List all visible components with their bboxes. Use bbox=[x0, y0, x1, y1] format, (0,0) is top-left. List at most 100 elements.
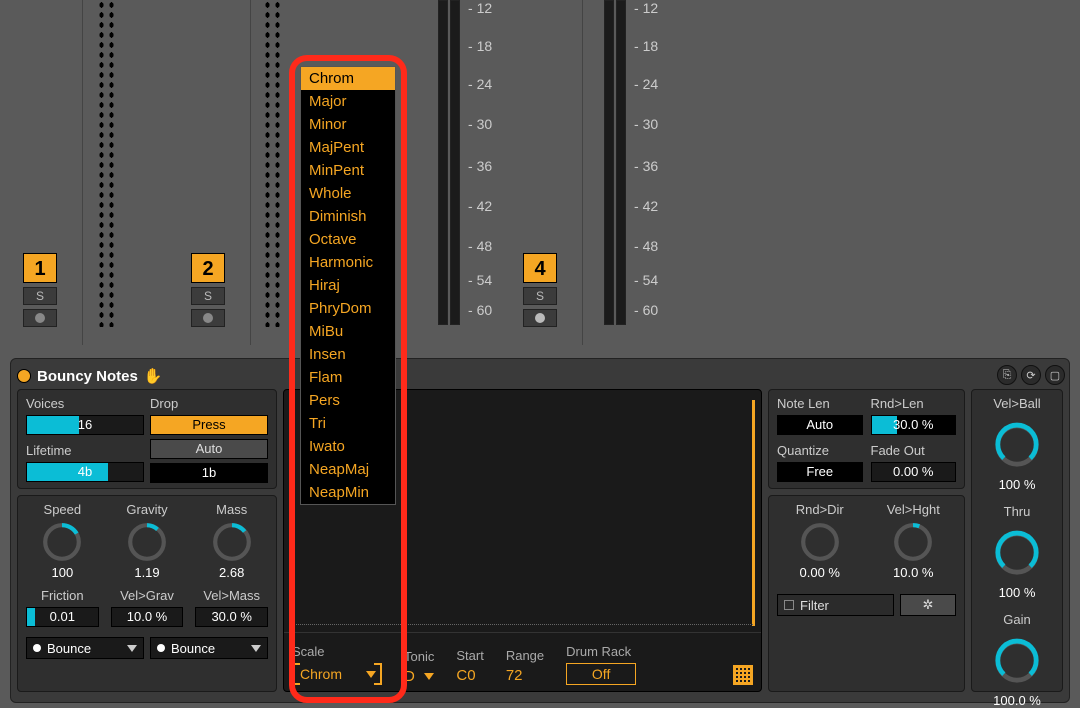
notelen-value[interactable]: Auto bbox=[777, 415, 863, 435]
velhght-label: Vel>Hght bbox=[871, 502, 957, 517]
scale-option-flam[interactable]: Flam bbox=[301, 366, 395, 389]
range-value[interactable]: 72 bbox=[506, 667, 523, 684]
drop-1b-value[interactable]: 1b bbox=[150, 463, 268, 483]
scale-option-majpent[interactable]: MajPent bbox=[301, 136, 395, 159]
solo-button-4[interactable]: S bbox=[523, 287, 557, 305]
velhght-knob[interactable] bbox=[892, 521, 934, 563]
thru-knob[interactable] bbox=[993, 529, 1041, 577]
rnddir-label: Rnd>Dir bbox=[777, 502, 863, 517]
scale-option-neapmaj[interactable]: NeapMaj bbox=[301, 458, 395, 481]
quant-value[interactable]: Free bbox=[777, 462, 863, 482]
scale-option-neapmin[interactable]: NeapMin bbox=[301, 481, 395, 504]
bounce-mode-b[interactable]: Bounce bbox=[150, 637, 268, 659]
scale-option-chrom[interactable]: Chrom bbox=[301, 67, 395, 90]
speed-knob[interactable] bbox=[41, 521, 83, 563]
track-divider-dots-icon bbox=[274, 0, 281, 327]
gravity-knob[interactable] bbox=[126, 521, 168, 563]
drop-press-button[interactable]: Press bbox=[150, 415, 268, 435]
mixer-area: 1 S 2 S 12 18 24 30 36 42 48 54 60 bbox=[0, 0, 1080, 345]
thru-value: 100 % bbox=[999, 585, 1036, 600]
velgrav-value[interactable]: 10.0 % bbox=[111, 607, 184, 627]
track-number-2[interactable]: 2 bbox=[191, 253, 225, 283]
filter-toggle[interactable]: Filter bbox=[777, 594, 894, 616]
chevron-down-icon bbox=[424, 673, 434, 680]
scale-option-iwato[interactable]: Iwato bbox=[301, 435, 395, 458]
record-arm-2[interactable] bbox=[191, 309, 225, 327]
piano-grid-icon[interactable] bbox=[733, 665, 753, 685]
scale-option-harmonic[interactable]: Harmonic bbox=[301, 251, 395, 274]
scale-option-insen[interactable]: Insen bbox=[301, 343, 395, 366]
scale-option-hiraj[interactable]: Hiraj bbox=[301, 274, 395, 297]
led-icon bbox=[33, 644, 41, 652]
fade-value[interactable]: 0.00 % bbox=[871, 462, 957, 482]
rnddir-knob[interactable] bbox=[799, 521, 841, 563]
device-save-icon[interactable]: ▢ bbox=[1045, 365, 1065, 385]
scale-option-minor[interactable]: Minor bbox=[301, 113, 395, 136]
record-arm-1[interactable] bbox=[23, 309, 57, 327]
gravity-label: Gravity bbox=[111, 502, 184, 517]
device-enable-led[interactable] bbox=[17, 369, 31, 383]
device-refresh-icon[interactable]: ⟳ bbox=[1021, 365, 1041, 385]
record-dot-icon bbox=[203, 313, 213, 323]
fade-label: Fade Out bbox=[871, 443, 957, 458]
position-bar-icon bbox=[752, 400, 755, 626]
drop-auto-button[interactable]: Auto bbox=[150, 439, 268, 459]
scale-option-phrydom[interactable]: PhryDom bbox=[301, 297, 395, 320]
rndlen-value[interactable]: 30.0 % bbox=[871, 415, 957, 435]
track-number-4[interactable]: 4 bbox=[523, 253, 557, 283]
track-strip-4: 4 S bbox=[518, 0, 583, 345]
device-title: Bouncy Notes bbox=[37, 368, 138, 385]
voices-label: Voices bbox=[26, 396, 144, 411]
drumrack-label: Drum Rack bbox=[566, 644, 676, 659]
solo-button-2[interactable]: S bbox=[191, 287, 225, 305]
scale-option-tri[interactable]: Tri bbox=[301, 412, 395, 435]
velhght-value: 10.0 % bbox=[871, 565, 957, 580]
rndlen-label: Rnd>Len bbox=[871, 396, 957, 411]
drumrack-toggle[interactable]: Off bbox=[566, 663, 636, 685]
hand-icon: ✋ bbox=[144, 367, 163, 385]
fader-4[interactable]: 12 18 24 30 36 42 48 54 60 bbox=[594, 0, 684, 345]
scale-option-mibu[interactable]: MiBu bbox=[301, 320, 395, 343]
record-arm-4[interactable] bbox=[523, 309, 557, 327]
lifetime-value[interactable]: 4b bbox=[26, 462, 144, 482]
scale-option-major[interactable]: Major bbox=[301, 90, 395, 113]
mass-knob[interactable] bbox=[211, 521, 253, 563]
start-label: Start bbox=[456, 648, 483, 663]
level-meter-r bbox=[616, 0, 626, 325]
bounce-mode-a[interactable]: Bounce bbox=[26, 637, 144, 659]
velball-knob[interactable] bbox=[993, 421, 1041, 469]
track-number-1[interactable]: 1 bbox=[23, 253, 57, 283]
led-icon bbox=[157, 644, 165, 652]
db-scale: 12 18 24 30 36 42 48 54 60 bbox=[634, 0, 669, 325]
mass-value: 2.68 bbox=[195, 565, 268, 580]
track-divider-dots-icon bbox=[108, 0, 115, 327]
device-header-buttons: ⎘ ⟳ ▢ bbox=[997, 365, 1065, 385]
device-expand-icon[interactable]: ⎘ bbox=[997, 365, 1017, 385]
chevron-down-icon bbox=[251, 645, 261, 652]
voices-value[interactable]: 16 bbox=[26, 415, 144, 435]
level-meter-l bbox=[604, 0, 614, 325]
scale-dropdown-menu[interactable]: ChromMajorMinorMajPentMinPentWholeDimini… bbox=[300, 66, 396, 505]
star-button[interactable]: ✲ bbox=[900, 594, 956, 616]
fader-3[interactable]: 12 18 24 30 36 42 48 54 60 bbox=[428, 0, 518, 345]
chevron-down-icon bbox=[127, 645, 137, 652]
level-meter-r bbox=[450, 0, 460, 325]
gain-knob[interactable] bbox=[993, 637, 1041, 685]
thru-label: Thru bbox=[1004, 504, 1031, 519]
start-value[interactable]: C0 bbox=[456, 667, 475, 684]
scale-option-pers[interactable]: Pers bbox=[301, 389, 395, 412]
scale-option-diminish[interactable]: Diminish bbox=[301, 205, 395, 228]
gain-value: 100.0 % bbox=[993, 693, 1041, 708]
solo-button-1[interactable]: S bbox=[23, 287, 57, 305]
scale-option-whole[interactable]: Whole bbox=[301, 182, 395, 205]
scale-option-octave[interactable]: Octave bbox=[301, 228, 395, 251]
friction-value[interactable]: 0.01 bbox=[26, 607, 99, 627]
rnddir-value: 0.00 % bbox=[777, 565, 863, 580]
mass-label: Mass bbox=[195, 502, 268, 517]
record-dot-icon bbox=[35, 313, 45, 323]
velgrav-label: Vel>Grav bbox=[111, 588, 184, 603]
gain-label: Gain bbox=[1003, 612, 1030, 627]
scale-option-minpent[interactable]: MinPent bbox=[301, 159, 395, 182]
velmass-value[interactable]: 30.0 % bbox=[195, 607, 268, 627]
velmass-label: Vel>Mass bbox=[195, 588, 268, 603]
